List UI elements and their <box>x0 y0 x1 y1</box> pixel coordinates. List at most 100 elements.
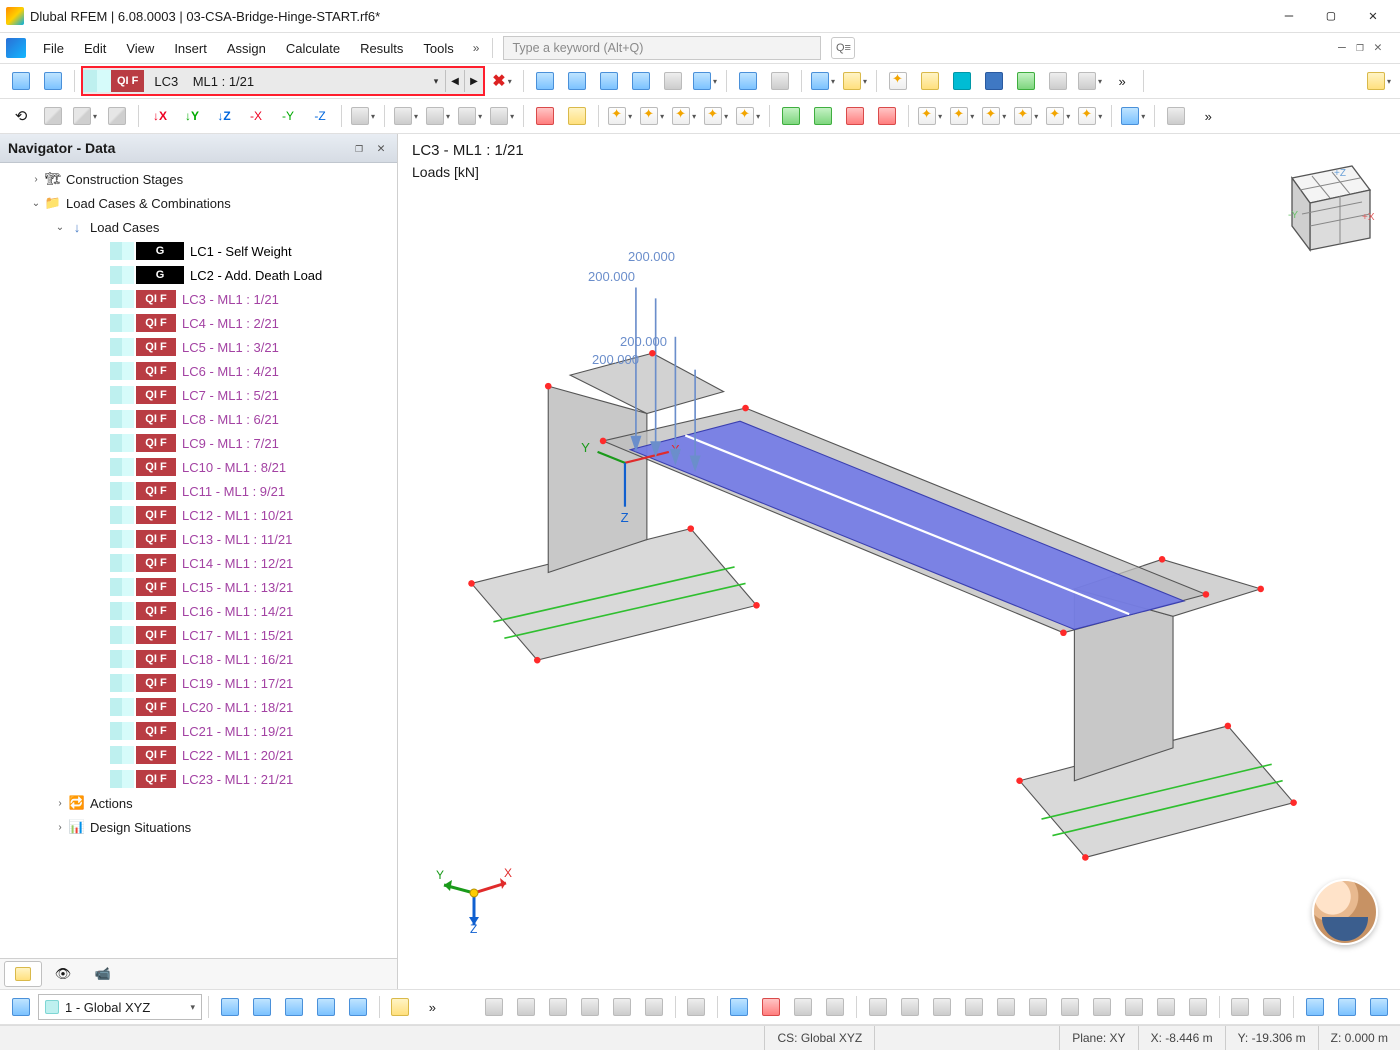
loadcase-lc5[interactable]: QI FLC5 - ML1 : 3/21 <box>0 335 397 359</box>
loadcase-lc12[interactable]: QI FLC12 - ML1 : 10/21 <box>0 503 397 527</box>
iso-surface-button[interactable] <box>658 68 688 94</box>
extra-3-button[interactable] <box>1364 994 1394 1020</box>
axis-z-button[interactable]: ↓Z <box>209 103 239 129</box>
draw-intersect-button[interactable] <box>1055 994 1085 1020</box>
coordinate-system-combo[interactable]: 1 - Global XYZ▾ <box>38 994 202 1020</box>
show-values-button[interactable] <box>562 68 592 94</box>
microscope-button[interactable]: ▾ <box>348 103 378 129</box>
search-input[interactable]: Type a keyword (Alt+Q) <box>503 36 821 60</box>
solid-button[interactable]: ▾ <box>391 103 421 129</box>
line-load-button[interactable]: ▾ <box>669 103 699 129</box>
nav-tab-display[interactable]: 👁 <box>44 961 82 987</box>
loadcase-lc17[interactable]: QI FLC17 - ML1 : 15/21 <box>0 623 397 647</box>
report-button[interactable]: ▾ <box>808 68 838 94</box>
toolbar1-overflow-icon[interactable]: » <box>1107 68 1137 94</box>
osnap-4-button[interactable] <box>575 994 605 1020</box>
loadcase-selector[interactable]: QI F LC3 ML1 : 1/21 ▾ ◀ ▶ <box>81 66 485 96</box>
tree-actions[interactable]: ›🔁 Actions <box>0 791 397 815</box>
view-mode-button[interactable]: ▾ <box>70 103 100 129</box>
loadcase-lc4[interactable]: QI FLC4 - ML1 : 2/21 <box>0 311 397 335</box>
loadcase-lc18[interactable]: QI FLC18 - ML1 : 16/21 <box>0 647 397 671</box>
product-logo-icon[interactable] <box>6 38 26 58</box>
wizard-3-button[interactable] <box>840 103 870 129</box>
filter-button[interactable]: ▾ <box>1118 103 1148 129</box>
draw-circle-button[interactable] <box>991 994 1021 1020</box>
snap-5-button[interactable] <box>343 994 373 1020</box>
open-button[interactable] <box>915 68 945 94</box>
loadcase-lc7[interactable]: QI FLC7 - ML1 : 5/21 <box>0 383 397 407</box>
support-button[interactable]: ▾ <box>487 103 517 129</box>
gen-3-button[interactable]: ▾ <box>979 103 1009 129</box>
tree-design-situations[interactable]: ›📊 Design Situations <box>0 815 397 839</box>
gen-1-button[interactable]: ▾ <box>915 103 945 129</box>
loadcase-next-button[interactable]: ▶ <box>464 70 483 92</box>
grid-results-button[interactable]: ▾ <box>690 68 720 94</box>
toolbar2-overflow-icon[interactable]: » <box>1193 103 1223 129</box>
modules-button[interactable] <box>1011 68 1041 94</box>
loadcase-dropdown-icon[interactable]: ▾ <box>427 76 445 87</box>
loadcase-lc10[interactable]: QI FLC10 - ML1 : 8/21 <box>0 455 397 479</box>
solid-load-button[interactable]: ▾ <box>733 103 763 129</box>
axis-y-button[interactable]: ↓Y <box>177 103 207 129</box>
osnap-5-button[interactable] <box>607 994 637 1020</box>
menu-file[interactable]: File <box>34 37 73 60</box>
loadcase-lc13[interactable]: QI FLC13 - ML1 : 11/21 <box>0 527 397 551</box>
menu-overflow-icon[interactable]: » <box>465 41 487 55</box>
osnap-6-button[interactable] <box>639 994 669 1020</box>
show-labels-button[interactable] <box>626 68 656 94</box>
loadcase-lc11[interactable]: QI FLC11 - ML1 : 9/21 <box>0 479 397 503</box>
draw-perp-button[interactable] <box>1087 994 1117 1020</box>
advanced-search-icon[interactable]: Q≡ <box>831 37 855 59</box>
wizard-4-button[interactable] <box>872 103 902 129</box>
gen-2-button[interactable]: ▾ <box>947 103 977 129</box>
extra-1-button[interactable] <box>1300 994 1330 1020</box>
new-button[interactable] <box>883 68 913 94</box>
menu-calculate[interactable]: Calculate <box>277 37 349 60</box>
result-display-button[interactable] <box>733 68 763 94</box>
minimize-button[interactable]: — <box>1268 2 1310 30</box>
loadcase-lc1[interactable]: GLC1 - Self Weight <box>0 239 397 263</box>
grid-display-button[interactable] <box>1161 103 1191 129</box>
guide-1-button[interactable] <box>1225 994 1255 1020</box>
calc-button[interactable] <box>385 994 415 1020</box>
loadcase-lc22[interactable]: QI FLC22 - ML1 : 20/21 <box>0 743 397 767</box>
draw-node-button[interactable] <box>863 994 893 1020</box>
show-results-button[interactable] <box>530 68 560 94</box>
axis-x-button[interactable]: ↓X <box>145 103 175 129</box>
draw-center-button[interactable] <box>1151 994 1181 1020</box>
loadcase-lc14[interactable]: QI FLC14 - ML1 : 12/21 <box>0 551 397 575</box>
guide-2-button[interactable] <box>1257 994 1287 1020</box>
view-render-button[interactable] <box>102 103 132 129</box>
navigator-float-button[interactable]: ❐ <box>351 140 367 156</box>
osnap-3-button[interactable] <box>543 994 573 1020</box>
menu-assign[interactable]: Assign <box>218 37 275 60</box>
nav-tab-views[interactable]: 📹 <box>84 961 122 987</box>
draw-parallel-button[interactable] <box>959 994 989 1020</box>
menu-insert[interactable]: Insert <box>165 37 216 60</box>
print-button[interactable]: ▾ <box>1075 68 1105 94</box>
navigator-close-button[interactable]: ✕ <box>373 140 389 156</box>
draw-tangent-button[interactable] <box>1023 994 1053 1020</box>
zoom-fit-button[interactable]: ⟲ <box>6 103 36 129</box>
gen-4-button[interactable]: ▾ <box>1011 103 1041 129</box>
menu-tools[interactable]: Tools <box>414 37 462 60</box>
loadcase-lc21[interactable]: QI FLC21 - ML1 : 19/21 <box>0 719 397 743</box>
tree-load-cases[interactable]: ⌄↓ Load Cases <box>0 215 397 239</box>
loadcase-lc15[interactable]: QI FLC15 - ML1 : 13/21 <box>0 575 397 599</box>
loadcase-lc20[interactable]: QI FLC20 - ML1 : 18/21 <box>0 695 397 719</box>
member-button[interactable]: ▾ <box>455 103 485 129</box>
angle-button[interactable] <box>681 994 711 1020</box>
menu-view[interactable]: View <box>117 37 163 60</box>
viewport-3d[interactable]: LC3 - ML1 : 1/21 Loads [kN] +Z +X -Y <box>398 134 1400 989</box>
tree-construction-stages[interactable]: ›🏗 Construction Stages <box>0 167 397 191</box>
nav-tab-data[interactable] <box>4 961 42 987</box>
mode-magnet-button[interactable] <box>756 994 786 1020</box>
navigator-tree[interactable]: ›🏗 Construction Stages ⌄📁 Load Cases & C… <box>0 163 397 958</box>
refine-button[interactable] <box>562 103 592 129</box>
surface-button[interactable]: ▾ <box>423 103 453 129</box>
close-button[interactable]: ✕ <box>1352 2 1394 30</box>
snap-4-button[interactable] <box>311 994 341 1020</box>
extra-2-button[interactable] <box>1332 994 1362 1020</box>
snap-3-button[interactable] <box>279 994 309 1020</box>
draw-grid-button[interactable] <box>1183 994 1213 1020</box>
